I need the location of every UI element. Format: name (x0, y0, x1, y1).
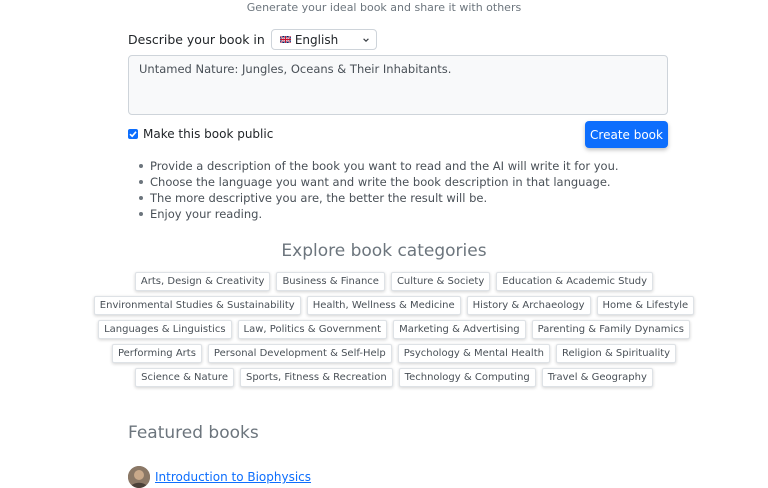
person-icon (128, 466, 150, 488)
public-checkbox-label: Make this book public (143, 127, 274, 141)
category-row: Performing Arts Personal Development & S… (111, 344, 677, 363)
category-chip[interactable]: Personal Development & Self-Help (207, 344, 392, 363)
category-chip[interactable]: Arts, Design & Creativity (134, 272, 271, 291)
language-select-value: English (294, 32, 339, 47)
create-book-button[interactable]: Create book (585, 121, 668, 148)
category-row: Science & Nature Sports, Fitness & Recre… (122, 368, 666, 387)
category-chip[interactable]: Business & Finance (276, 272, 385, 291)
category-chip[interactable]: Science & Nature (135, 368, 234, 387)
tip-item: The more descriptive you are, the better… (139, 190, 619, 206)
category-row: Environmental Studies & Sustainability H… (93, 296, 695, 315)
language-row: Describe your book in English (128, 29, 377, 50)
tip-item: Choose the language you want and write t… (139, 174, 619, 190)
featured-book-item[interactable]: Introduction to Biophysics (128, 466, 311, 488)
categories-heading: Explore book categories (281, 241, 487, 261)
public-checkbox[interactable] (128, 129, 138, 139)
category-chip[interactable]: Home & Lifestyle (596, 296, 695, 315)
category-chip[interactable]: Languages & Linguistics (98, 320, 232, 339)
category-chip[interactable]: Technology & Computing (398, 368, 536, 387)
category-chip[interactable]: Marketing & Advertising (393, 320, 526, 339)
book-cover-thumbnail[interactable] (128, 466, 150, 488)
tips-list: Provide a description of the book you wa… (139, 158, 619, 222)
category-chip[interactable]: Law, Politics & Government (237, 320, 388, 339)
uk-flag-icon (279, 36, 291, 43)
book-description-textarea[interactable]: Untamed Nature: Jungles, Oceans & Their … (128, 55, 668, 115)
featured-books-heading: Featured books (128, 423, 259, 443)
category-chip[interactable]: Psychology & Mental Health (397, 344, 550, 363)
category-chip[interactable]: History & Archaeology (466, 296, 591, 315)
category-chip[interactable]: Performing Arts (111, 344, 202, 363)
language-select[interactable]: English (270, 29, 377, 50)
category-row: Languages & Linguistics Law, Politics & … (98, 320, 690, 339)
category-chip[interactable]: Sports, Fitness & Recreation (239, 368, 393, 387)
category-chip[interactable]: Parenting & Family Dynamics (531, 320, 690, 339)
chevron-down-icon (363, 37, 369, 42)
category-row: Arts, Design & Creativity Business & Fin… (122, 272, 666, 291)
category-chip[interactable]: Health, Wellness & Medicine (306, 296, 461, 315)
category-chip[interactable]: Education & Academic Study (496, 272, 654, 291)
public-checkbox-row[interactable]: Make this book public (128, 127, 273, 141)
category-chip[interactable]: Travel & Geography (541, 368, 653, 387)
tip-item: Provide a description of the book you wa… (139, 159, 619, 173)
book-title-link[interactable]: Introduction to Biophysics (155, 470, 311, 484)
categories-list: Arts, Design & Creativity Business & Fin… (93, 272, 695, 392)
tip-item: Enjoy your reading. (139, 206, 619, 222)
language-label: Describe your book in (128, 32, 265, 47)
category-chip[interactable]: Religion & Spirituality (555, 344, 677, 363)
page-subtitle: Generate your ideal book and share it wi… (246, 1, 522, 14)
checkmark-icon (129, 131, 137, 138)
category-chip[interactable]: Environmental Studies & Sustainability (93, 296, 301, 315)
category-chip[interactable]: Culture & Society (390, 272, 491, 291)
